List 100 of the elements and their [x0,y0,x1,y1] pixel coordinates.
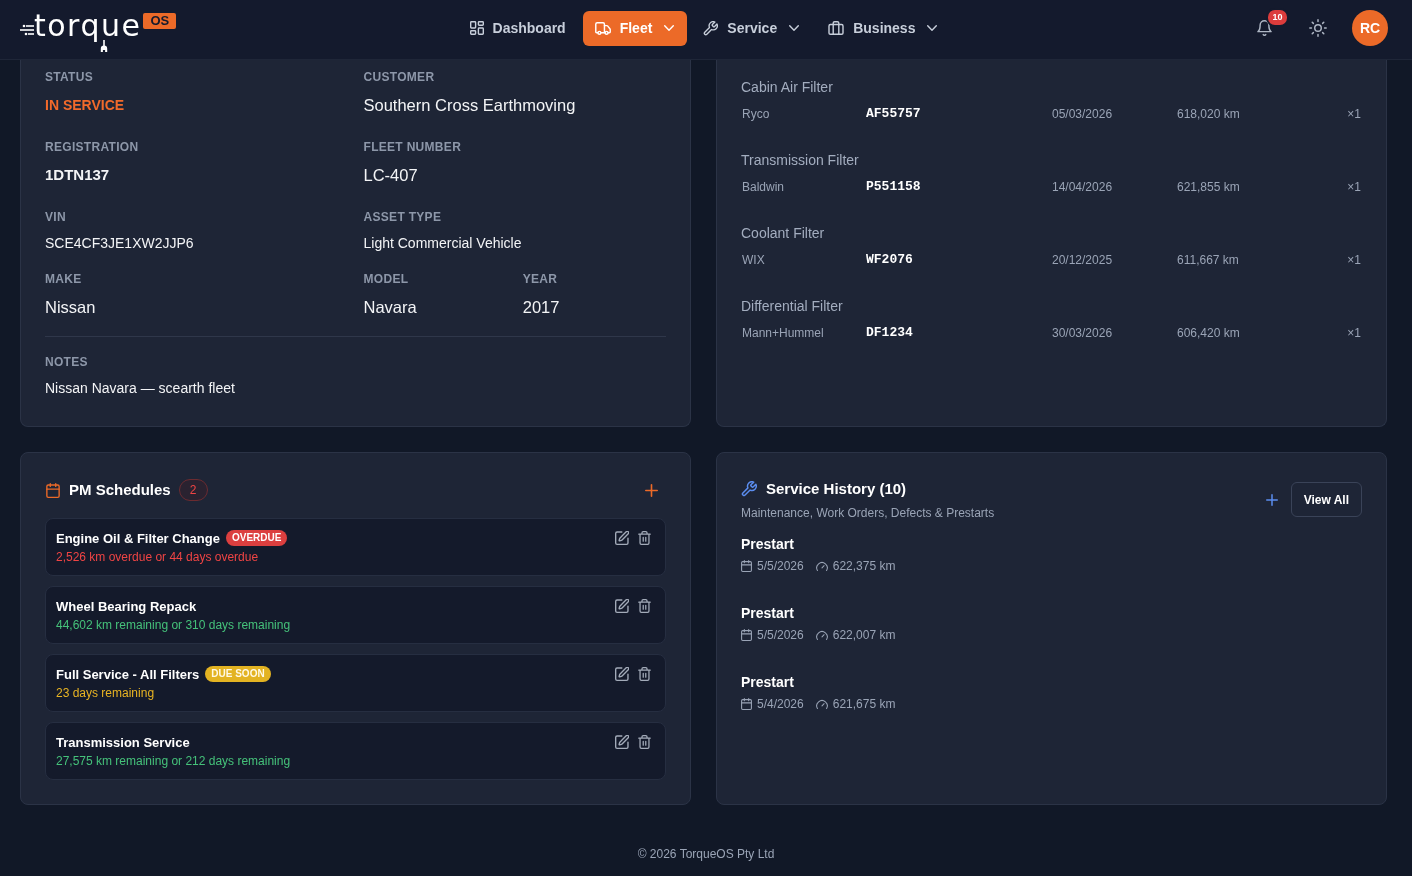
view-all-button[interactable]: View All [1290,482,1362,517]
schedule-item[interactable]: Full Service - All Filters DUE SOON 23 days remaining [45,654,666,712]
calendar-icon [46,482,60,498]
pencil-square-icon[interactable] [615,599,629,613]
history-odometer: 621,675 km [832,696,896,713]
wrench-icon [703,20,719,36]
wrench-icon [100,40,108,52]
filter-date: 20/12/2025 [1052,252,1114,269]
history-title: Prestart [741,673,795,692]
field-label: MODEL [363,271,410,287]
filter-quantity: ×1 [1347,252,1362,269]
filter-quantity: ×1 [1347,106,1362,123]
briefcase-icon [828,21,845,35]
section-subtitle: Maintenance, Work Orders, Defects & Prestarts [741,505,996,522]
filter-name: Transmission Filter [741,151,860,170]
sun-icon[interactable] [1309,19,1327,37]
field-label: STATUS [45,69,95,85]
schedule-detail: 44,602 km remaining or 310 days remaining [56,617,292,634]
nav-item[interactable]: Business [816,10,951,46]
field-label: NOTES [45,354,89,370]
part-number: WF2076 [866,251,914,269]
section-title: Service History (10) [766,479,907,499]
status-badge: DUE SOON [205,666,271,682]
history-title: Prestart [741,604,795,623]
history-date: 5/5/2026 [757,558,804,575]
history-date: 5/5/2026 [757,627,804,644]
section-title: PM Schedules [69,480,171,500]
pencil-square-icon[interactable] [615,667,629,681]
grid-icon [469,21,484,35]
status-badge: OVERDUE [225,530,288,546]
filter-brand: WIX [742,252,766,269]
notification-count: 10 [1266,8,1289,27]
schedule-title: Wheel Bearing Repack [56,598,197,614]
footer-text: © 2026 TorqueOS Pty Ltd [637,846,775,862]
field-label: FLEET NUMBER [363,139,463,155]
calendar-icon [741,698,752,710]
speed-lines-icon [20,24,34,36]
filter-quantity: ×1 [1347,325,1362,342]
field-label: YEAR [522,271,559,287]
pencil-square-icon[interactable] [615,735,629,749]
filter-odometer: 611,667 km [1177,252,1240,269]
wrench-icon [741,481,757,497]
filter-date: 14/04/2026 [1052,179,1114,196]
part-number: P551158 [866,178,922,196]
schedule-title: Full Service - All Filters [56,666,200,682]
field-value: SCE4CF3JE1XW2JJP6 [45,234,195,253]
gauge-icon [815,561,828,571]
part-number: AF55757 [866,105,922,123]
filter-date: 30/03/2026 [1052,325,1114,342]
nav-item[interactable]: Dashboard [457,10,579,46]
history-date: 5/4/2026 [757,696,804,713]
pencil-square-icon[interactable] [615,531,629,545]
schedule-item[interactable]: Wheel Bearing Repack 44,602 km remaining or 310 days remaining [45,586,666,644]
bell-icon[interactable] [1257,20,1272,36]
field-value: Light Commercial Vehicle [363,234,523,253]
notes-text: Nissan Navara — scearth fleet [45,379,236,398]
calendar-icon [741,560,752,572]
schedule-item[interactable]: Transmission Service 27,575 km remaining or 212 days remaining [45,722,666,780]
filter-name: Cabin Air Filter [741,78,834,97]
gauge-icon [815,699,828,709]
logo-badge: OS [143,13,177,29]
filter-brand: Ryco [742,106,771,123]
schedule-item[interactable]: Engine Oil & Filter Change OVERDUE 2,526 km overdue or 44 days overdue [45,518,666,576]
filter-name: Differential Filter [741,297,844,316]
field-value: LC-407 [363,165,419,186]
field-value: 1DTN137 [45,165,111,185]
count-badge: 2 [178,479,208,501]
plus-icon[interactable] [1265,493,1278,506]
filter-odometer: 621,855 km [1177,179,1241,196]
filter-name: Coolant Filter [741,224,826,243]
filter-brand: Mann+Hummel [742,325,825,342]
history-odometer: 622,375 km [832,558,896,575]
schedule-title: Engine Oil & Filter Change [56,530,220,546]
schedule-detail: 27,575 km remaining or 212 days remaining [56,753,292,770]
gauge-icon [815,630,828,640]
trash-icon[interactable] [638,531,651,545]
history-title: Prestart [741,535,795,554]
trash-icon[interactable] [638,735,651,749]
field-value: Nissan [45,297,97,318]
field-label: VIN [45,209,67,225]
schedule-detail: 23 days remaining [56,685,156,702]
filter-date: 05/03/2026 [1052,106,1114,123]
field-label: CUSTOMER [363,69,436,85]
filter-odometer: 606,420 km [1177,325,1241,342]
part-number: DF1234 [866,324,914,342]
field-label: MAKE [45,271,83,287]
logo-wordmark: torque [34,11,142,45]
field-label: ASSET TYPE [363,209,443,225]
plus-icon[interactable] [645,483,658,497]
field-value: Southern Cross Earthmoving [363,95,577,116]
filter-odometer: 618,020 km [1177,106,1241,123]
schedule-detail: 2,526 km overdue or 44 days overdue [56,549,260,566]
field-label: REGISTRATION [45,139,140,155]
schedule-title: Transmission Service [56,734,190,750]
trash-icon[interactable] [638,599,651,613]
filter-quantity: ×1 [1347,179,1362,196]
field-value: 2017 [522,297,561,318]
history-odometer: 622,007 km [832,627,896,644]
nav-item[interactable]: Service [691,10,813,46]
trash-icon[interactable] [638,667,651,681]
